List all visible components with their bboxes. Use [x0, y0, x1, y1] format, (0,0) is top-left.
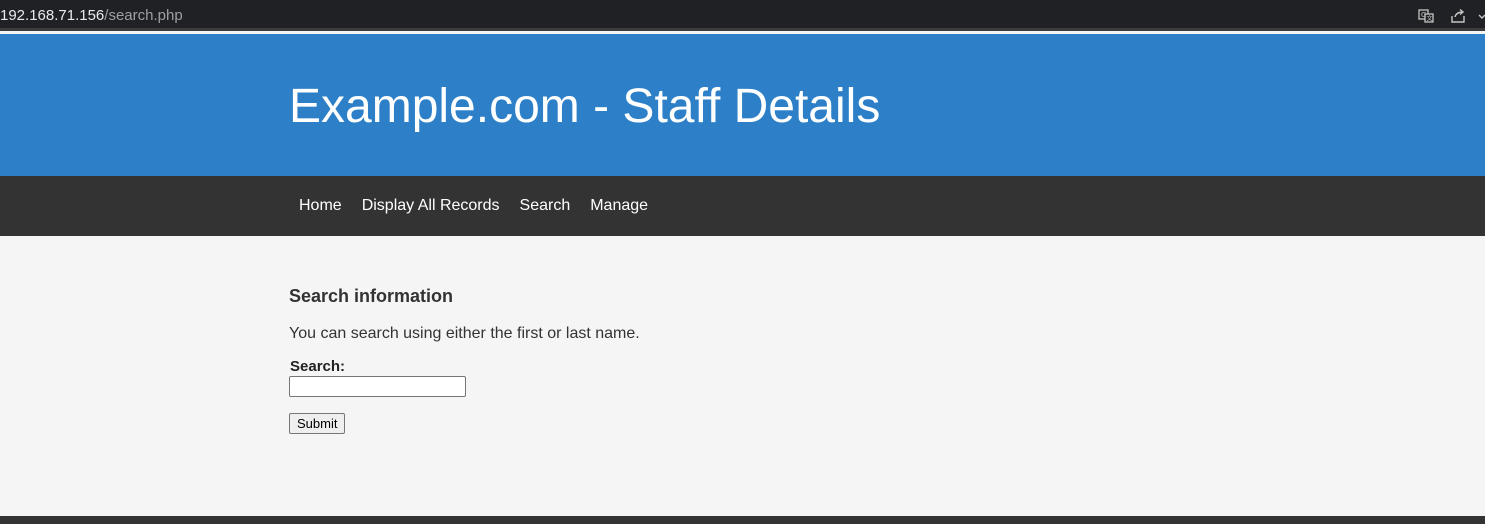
site-header: Example.com - Staff Details	[0, 34, 1485, 176]
search-input[interactable]	[289, 376, 466, 397]
search-label: Search:	[290, 358, 346, 375]
section-description: You can search using either the first or…	[289, 325, 640, 342]
section-heading: Search information	[289, 286, 454, 306]
nav-home-link[interactable]: Home	[289, 197, 352, 215]
svg-text:文: 文	[1427, 15, 1433, 23]
translate-icon[interactable]: G 文	[1418, 8, 1434, 24]
submit-button[interactable]: Submit	[289, 413, 346, 434]
nav-display-all-records-link[interactable]: Display All Records	[352, 197, 510, 215]
browser-address-bar[interactable]: 192.168.71.156/search.php G 文	[0, 0, 1485, 31]
url-text[interactable]: 192.168.71.156/search.php	[0, 7, 183, 24]
search-section: Search information You can search using …	[289, 286, 1089, 434]
search-form: Search: Submit	[289, 358, 1089, 434]
nav-search-link[interactable]: Search	[510, 197, 581, 215]
main-nav: Home Display All Records Search Manage	[0, 176, 1485, 236]
nav-manage-link[interactable]: Manage	[580, 197, 658, 215]
url-path: /search.php	[104, 7, 183, 24]
nav-items: Home Display All Records Search Manage	[289, 176, 658, 236]
url-host: 192.168.71.156	[0, 7, 105, 24]
chevron-down-icon[interactable]	[1478, 8, 1485, 24]
site-title: Example.com - Staff Details	[289, 80, 881, 133]
share-icon[interactable]	[1450, 8, 1466, 24]
footer-bar	[0, 516, 1485, 524]
